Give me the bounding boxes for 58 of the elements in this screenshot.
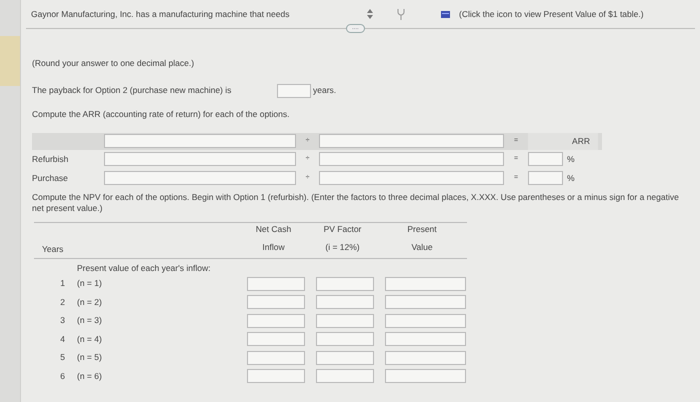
input-field[interactable] (247, 369, 305, 383)
input-field[interactable] (319, 171, 504, 185)
year-number: 2 (59, 296, 66, 308)
sort-icon[interactable] (367, 9, 373, 19)
input-field[interactable] (247, 276, 305, 290)
input-field[interactable] (316, 369, 374, 383)
column-header: Years (41, 242, 64, 256)
unit-label: years. (313, 84, 336, 98)
period-label: (n = 6) (77, 370, 103, 382)
input-field[interactable] (316, 314, 374, 328)
instruction-text: (Round your answer to one decimal place.) (32, 57, 196, 70)
row-label: Refurbish (32, 152, 70, 166)
input-field[interactable] (316, 332, 374, 346)
input-field[interactable] (104, 171, 296, 185)
input-field[interactable] (385, 276, 466, 290)
period-label: (n = 4) (77, 332, 103, 346)
input-field[interactable] (104, 134, 296, 148)
payback-label: The payback for Option 2 (purchase new machine) is (32, 84, 232, 98)
input-field[interactable] (316, 295, 374, 309)
year-number: 4 (59, 332, 66, 346)
column-header: Present Value (406, 222, 438, 254)
year-number: 6 (59, 370, 66, 382)
period-label: (n = 1) (77, 277, 103, 290)
input-field[interactable] (385, 295, 466, 309)
period-label: (n = 3) (77, 314, 103, 327)
table-icon[interactable] (441, 10, 450, 18)
input-field[interactable] (319, 134, 504, 148)
input-field[interactable] (319, 152, 504, 166)
arr-prompt: Compute the ARR (accounting rate of return) for each of the options. (32, 108, 291, 120)
year-number: 1 (59, 277, 66, 290)
year-number: 3 (59, 314, 66, 327)
npv-prompt: Compute the NPV for each of the options. Begin with Option 1 (refurbish). (Enter the factors to three decimal places, X.XXX. Use parentheses or a minus sign for a negative net present value.) (32, 192, 680, 214)
column-heading: ARR (528, 132, 598, 150)
input-field[interactable] (277, 84, 311, 98)
input-field[interactable] (385, 314, 466, 328)
input-field[interactable] (385, 350, 466, 364)
column-header: PV Factor (i = 12%) (322, 222, 362, 254)
unit-label: % (567, 172, 575, 184)
input-field[interactable] (247, 314, 305, 328)
input-field[interactable] (247, 350, 305, 364)
input-field[interactable] (247, 332, 305, 346)
input-field[interactable] (247, 295, 305, 309)
input-field[interactable] (385, 369, 466, 383)
question-title: Gaynor Manufacturing, Inc. has a manufacturing machine that needs (31, 8, 290, 20)
unit-label: % (567, 152, 575, 166)
table-link[interactable]: (Click the icon to view Present Value of $1 table.) (459, 8, 644, 20)
section-label: Present value of each year's inflow: (77, 262, 212, 274)
input-field[interactable] (385, 332, 466, 346)
input-field[interactable] (528, 152, 563, 166)
column-header: Net Cash Inflow (254, 222, 292, 254)
period-label: (n = 5) (77, 351, 103, 364)
year-number: 5 (59, 351, 66, 364)
input-field[interactable] (316, 276, 374, 290)
period-label: (n = 2) (77, 296, 103, 308)
input-field[interactable] (104, 152, 296, 166)
input-field[interactable] (316, 350, 374, 364)
input-field[interactable] (528, 171, 563, 185)
row-label: Purchase (32, 172, 69, 184)
